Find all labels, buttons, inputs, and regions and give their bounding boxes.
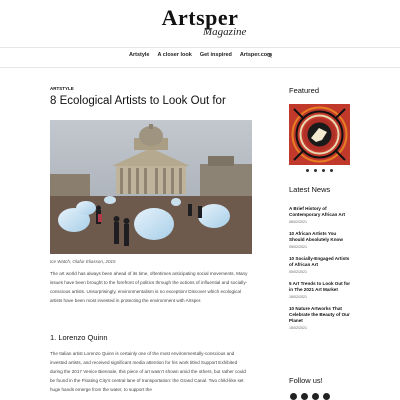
latest-news-heading: Latest News [289,185,331,194]
list-item[interactable]: 10 Nature Artworks That Celebrate the Be… [289,306,351,330]
list-item[interactable]: 10 Socially-Engaged Artists of African A… [289,256,351,274]
carousel-dot[interactable] [330,169,333,172]
logo-sub[interactable]: Magazine [203,26,246,38]
news-date: 05/02/2021 [289,270,307,274]
social-links [290,393,330,400]
logo[interactable]: Artsper Magazine [0,7,400,39]
news-date: 08/02/2021 [289,220,307,224]
facebook-icon[interactable] [290,393,297,400]
linkedin-icon[interactable] [323,393,330,400]
article-title: 8 Ecological Artists to Look Out for [50,95,226,107]
search-icon[interactable] [267,53,272,58]
logo-main[interactable]: Artsper [0,7,400,29]
news-title[interactable]: 5 Art Trends to Look Out for in The 2021… [289,281,351,293]
news-date: 18/02/2021 [289,295,307,299]
carousel-dot[interactable] [306,169,309,172]
article-hero-image [50,120,252,254]
featured-image[interactable] [289,104,350,165]
main-navigation: Artstyle A closer look Get inspired Arts… [0,47,400,68]
twitter-icon[interactable] [312,393,319,400]
sidebar: Featured [289,86,351,95]
list-item[interactable]: 10 African Artists You Should Absolutely… [289,231,351,249]
nav-item-artstyle[interactable]: Artstyle [129,52,149,58]
carousel-dot[interactable] [314,169,317,172]
news-title[interactable]: 10 Nature Artworks That Celebrate the Be… [289,306,351,324]
section-text: The Italian artist Lorenzo Quinn is cert… [50,351,246,392]
carousel-dots [306,169,333,172]
latest-news-list: A Brief History of Contemporary African … [289,206,351,337]
article-intro: The art world has always been ahead of i… [50,271,248,303]
follow-heading: Follow us! [289,376,323,385]
list-item[interactable]: 5 Art Trends to Look Out for in The 2021… [289,281,351,299]
featured-heading: Featured [289,86,320,95]
news-title[interactable]: 10 Socially-Engaged Artists of African A… [289,256,351,268]
nav-item-a-closer-look[interactable]: A closer look [157,52,191,58]
image-caption: Ice Watch, Olafur Eliasson, 2015 [50,259,116,264]
article-category[interactable]: ARTSTYLE [50,86,252,91]
carousel-dot[interactable] [322,169,325,172]
instagram-icon[interactable] [301,393,308,400]
news-title[interactable]: A Brief History of Contemporary African … [289,206,351,218]
list-item[interactable]: A Brief History of Contemporary African … [289,206,351,224]
site-header: Artsper Magazine [0,0,400,47]
news-title[interactable]: 10 African Artists You Should Absolutely… [289,231,351,243]
news-date: 05/02/2021 [289,245,307,249]
nav-item-get-inspired[interactable]: Get inspired [200,52,232,58]
article-header: ARTSTYLE 8 Ecological Artists to Look Ou… [50,86,252,108]
news-date: 15/02/2021 [289,326,307,330]
section-heading: 1. Lorenzo Quinn [50,333,108,342]
